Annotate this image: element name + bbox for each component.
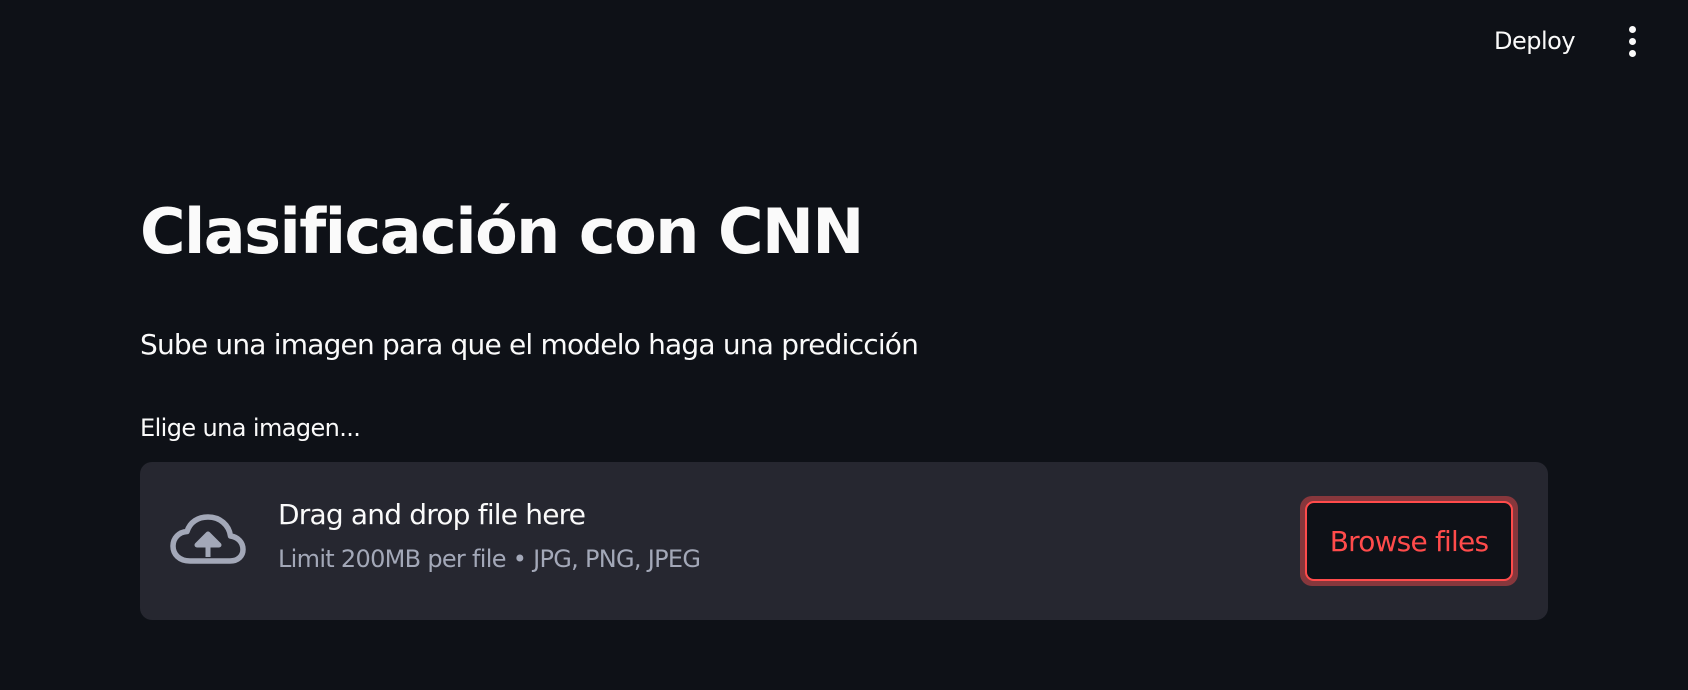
app-root: Deploy Clasificación con CNN Sube una im… <box>0 0 1688 690</box>
deploy-button[interactable]: Deploy <box>1476 16 1593 66</box>
ellipsis-dot <box>1628 37 1636 45</box>
dropzone-file-limit: Limit 200MB per file • JPG, PNG, JPEG <box>278 545 701 573</box>
cloud-upload-icon <box>170 514 246 564</box>
browse-files-button[interactable]: Browse files <box>1305 501 1513 581</box>
page-subtitle: Sube una imagen para que el modelo haga … <box>140 328 919 361</box>
dropzone-instructions: Drag and drop file here Limit 200MB per … <box>278 498 701 573</box>
ellipsis-dot <box>1628 49 1636 57</box>
file-uploader-label: Elige una imagen... <box>140 414 361 442</box>
vertical-ellipsis-icon <box>1628 25 1636 33</box>
browse-button-focus-ring: Browse files <box>1300 496 1518 586</box>
top-toolbar: Deploy <box>0 0 1688 82</box>
dropzone-title: Drag and drop file here <box>278 498 586 531</box>
page-title: Clasificación con CNN <box>140 195 864 268</box>
main-menu-button[interactable] <box>1613 16 1651 66</box>
file-dropzone[interactable]: Drag and drop file here Limit 200MB per … <box>140 462 1548 620</box>
